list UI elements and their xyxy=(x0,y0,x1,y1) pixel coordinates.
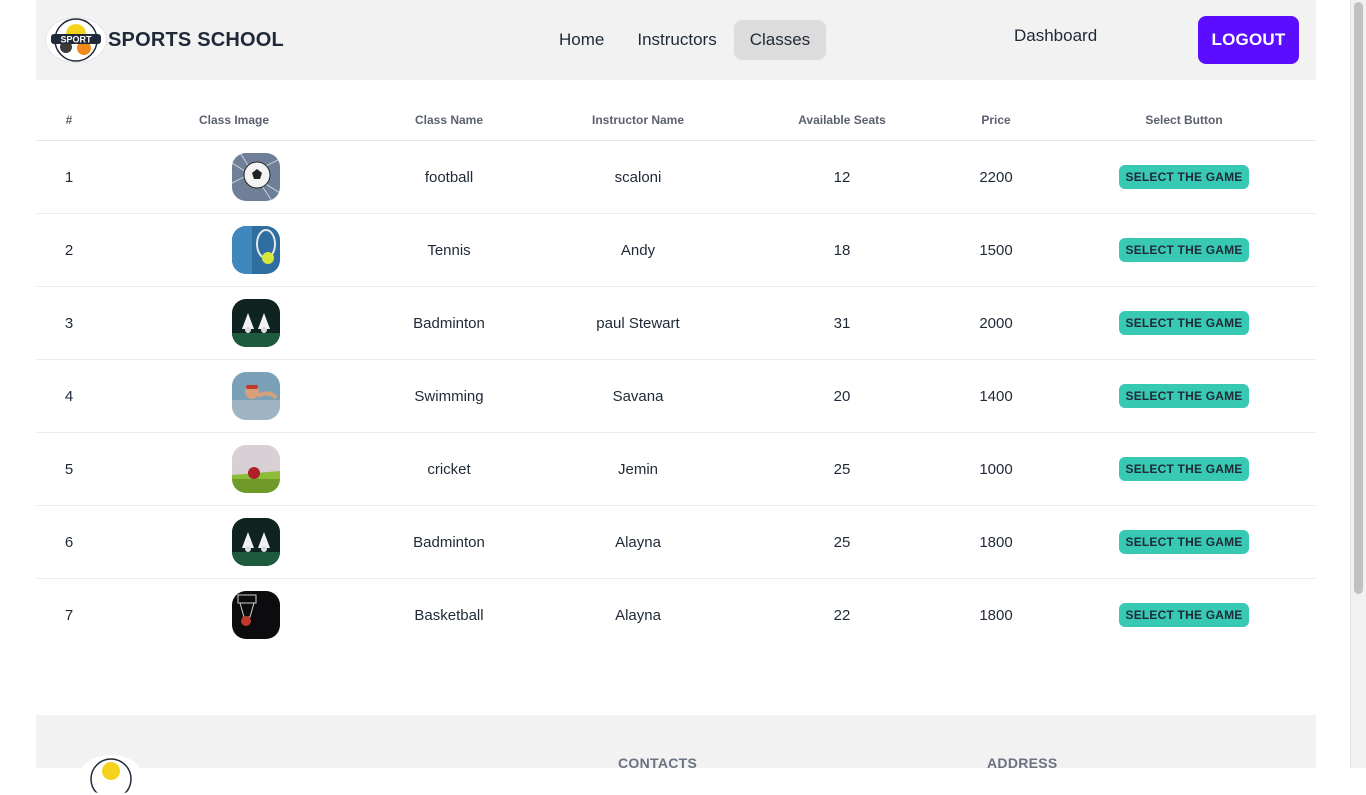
select-cell: SELECT THE GAME xyxy=(1052,213,1316,287)
dashboard-link[interactable]: Dashboard xyxy=(1014,26,1097,46)
class-name: Basketball xyxy=(414,606,484,624)
top-navbar: SPORT SPORTS SCHOOL Home Instructors Cla… xyxy=(36,0,1316,80)
price: 1800 xyxy=(979,606,1013,624)
class-image xyxy=(232,226,280,274)
select-game-button[interactable]: SELECT THE GAME xyxy=(1119,384,1249,408)
price: 2000 xyxy=(940,286,1052,360)
available-seats: 18 xyxy=(744,213,940,287)
class-image xyxy=(232,518,280,566)
footer-logo xyxy=(80,755,142,795)
class-image-cell xyxy=(102,579,366,652)
class-image xyxy=(232,591,280,639)
select-game-button[interactable]: SELECT THE GAME xyxy=(1119,238,1249,262)
main-menu: Home Instructors Classes xyxy=(543,20,827,60)
price: 2200 xyxy=(940,140,1052,214)
scrollbar-thumb[interactable] xyxy=(1354,2,1363,594)
price: 1500 xyxy=(940,213,1052,287)
row-number: 6 xyxy=(36,505,102,579)
row-number: 3 xyxy=(36,286,102,360)
select-cell: SELECT THE GAME xyxy=(1052,359,1316,433)
select-game-button[interactable]: SELECT THE GAME xyxy=(1119,603,1249,627)
class-image-cell xyxy=(102,505,366,579)
available-seats: 12 xyxy=(744,140,940,214)
class-name: Badminton xyxy=(366,286,532,360)
classes-table: # Class Image Class Name Instructor Name… xyxy=(36,100,1316,651)
logo-text: SPORT xyxy=(60,35,92,45)
brand-name: SPORTS SCHOOL xyxy=(108,28,284,51)
brand[interactable]: SPORT SPORTS SCHOOL xyxy=(46,18,284,62)
header-class-image: Class Image xyxy=(102,100,366,141)
select-cell: SELECT THE GAME xyxy=(1052,505,1316,579)
row-number: 1 xyxy=(36,140,102,214)
price: 1800 xyxy=(940,505,1052,579)
header-num: # xyxy=(36,100,102,141)
select-game-button[interactable]: SELECT THE GAME xyxy=(1119,457,1249,481)
header-available-seats: Available Seats xyxy=(744,100,940,141)
available-seats: 25 xyxy=(744,432,940,506)
class-image-cell xyxy=(102,286,366,360)
instructor-name: Alayna xyxy=(532,505,744,579)
class-name: Swimming xyxy=(366,359,532,433)
class-name: Tennis xyxy=(366,213,532,287)
instructor-name: Andy xyxy=(532,213,744,287)
table-row: 1 football scaloni 12 2200 SELECT THE GAME xyxy=(36,140,1316,214)
footer: CONTACTS ADDRESS xyxy=(36,715,1316,795)
row-number: 4 xyxy=(36,359,102,433)
instructor-name: Savana xyxy=(532,359,744,433)
class-image xyxy=(232,445,280,493)
header-instructor-name: Instructor Name xyxy=(532,100,744,141)
table-row: 6 Badminton Alayna 25 1800 SELECT THE GAME xyxy=(36,505,1316,579)
instructor-name: Jemin xyxy=(532,432,744,506)
footer-contacts-heading: CONTACTS xyxy=(618,755,698,771)
table-row: 7 Basketball Alayna 22 1800 SELECT THE GAME xyxy=(36,579,1316,652)
available-seats: 20 xyxy=(744,359,940,433)
header-select-button: Select Button xyxy=(1052,100,1316,141)
sport-logo: SPORT xyxy=(46,18,106,62)
class-image-cell xyxy=(102,359,366,433)
instructor-name: scaloni xyxy=(532,140,744,214)
table-row: 5 cricket Jemin 25 1000 SELECT THE GAME xyxy=(36,432,1316,506)
price: 1400 xyxy=(940,359,1052,433)
row-number: 5 xyxy=(36,432,102,506)
class-name: cricket xyxy=(366,432,532,506)
class-name: Badminton xyxy=(366,505,532,579)
header-class-name: Class Name xyxy=(366,100,532,141)
table-header-row: # Class Image Class Name Instructor Name… xyxy=(36,100,1316,141)
available-seats: 25 xyxy=(744,505,940,579)
class-image-cell xyxy=(102,432,366,506)
price: 1000 xyxy=(940,432,1052,506)
header-price: Price xyxy=(940,100,1052,141)
class-image-cell xyxy=(102,213,366,287)
class-name: football xyxy=(366,140,532,214)
class-image xyxy=(232,299,280,347)
select-cell: SELECT THE GAME xyxy=(1052,579,1316,652)
table-row: 3 Badminton paul Stewart 31 2000 SELECT THE G… xyxy=(36,286,1316,360)
class-image xyxy=(232,372,280,420)
available-seats: 31 xyxy=(744,286,940,360)
class-image-cell xyxy=(102,140,366,214)
class-image xyxy=(232,153,280,201)
logout-button[interactable]: LOGOUT xyxy=(1198,16,1299,64)
select-game-button[interactable]: SELECT THE GAME xyxy=(1119,530,1249,554)
select-cell: SELECT THE GAME xyxy=(1052,286,1316,360)
select-cell: SELECT THE GAME xyxy=(1052,140,1316,214)
nav-instructors[interactable]: Instructors xyxy=(621,20,732,60)
table-row: 4 Swimming Savana 20 1400 SELECT THE GAME xyxy=(36,359,1316,433)
row-number: 7 xyxy=(64,606,74,624)
vertical-scrollbar[interactable] xyxy=(1350,0,1366,768)
select-game-button[interactable]: SELECT THE GAME xyxy=(1119,165,1249,189)
nav-home[interactable]: Home xyxy=(543,20,620,60)
instructor-name: paul Stewart xyxy=(532,286,744,360)
select-game-button[interactable]: SELECT THE GAME xyxy=(1119,311,1249,335)
select-cell: SELECT THE GAME xyxy=(1052,432,1316,506)
nav-classes[interactable]: Classes xyxy=(733,20,827,60)
available-seats: 22 xyxy=(833,606,851,624)
footer-address-heading: ADDRESS xyxy=(987,755,1058,771)
instructor-name: Alayna xyxy=(615,606,661,624)
row-number: 2 xyxy=(36,213,102,287)
table-row: 2 Tennis Andy 18 1500 SELECT THE GAME xyxy=(36,213,1316,287)
